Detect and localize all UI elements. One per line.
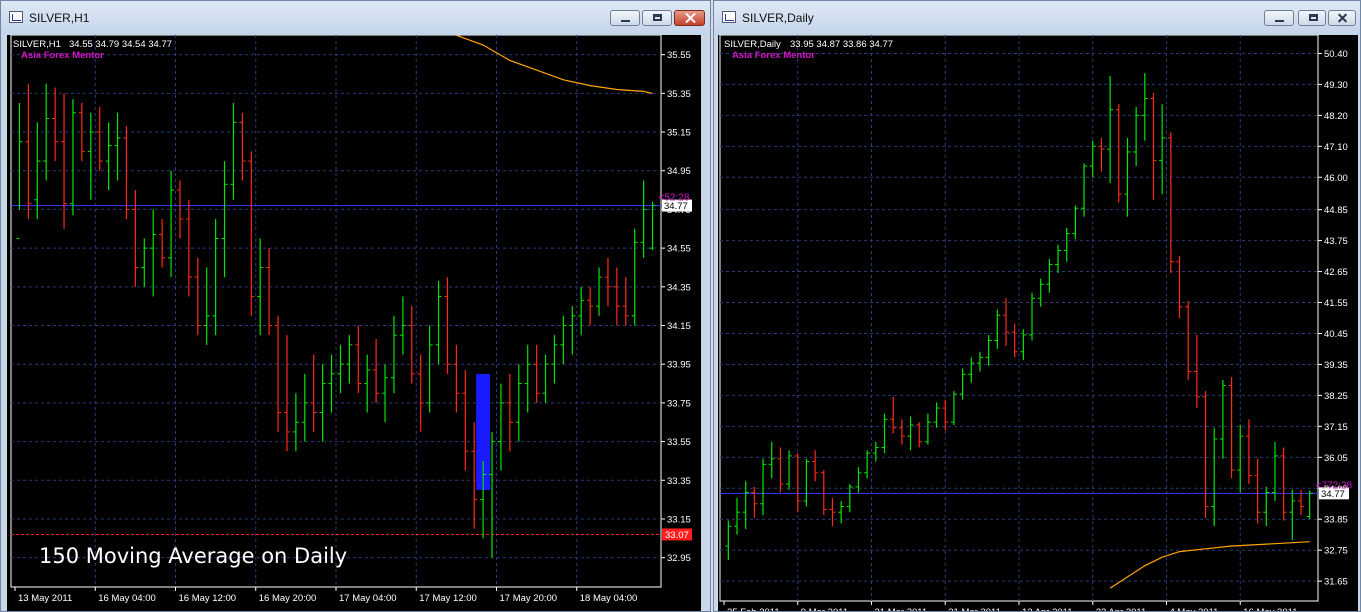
chart-window-icon bbox=[722, 11, 736, 23]
y-tick-label: 39.35 bbox=[1324, 360, 1348, 371]
x-tick-label: 13 May 2011 bbox=[18, 593, 72, 604]
y-tick-label: 32.95 bbox=[667, 553, 691, 564]
x-tick-label: 16 May 04:00 bbox=[98, 593, 156, 604]
watermark-label: Asia Forex Mentor bbox=[21, 50, 104, 61]
x-tick-label: 21 Mar 2011 bbox=[875, 607, 928, 611]
y-tick-label: 44.85 bbox=[1324, 205, 1348, 216]
x-tick-label: 16 May 12:00 bbox=[179, 593, 237, 604]
close-button[interactable] bbox=[1328, 10, 1356, 26]
y-tick-label: 33.15 bbox=[667, 514, 691, 525]
close-button[interactable] bbox=[674, 10, 705, 26]
y-tick-label: 40.45 bbox=[1324, 329, 1348, 340]
y-tick-label: 34.55 bbox=[667, 244, 691, 255]
y-tick-label: 37.15 bbox=[1324, 422, 1348, 433]
bar-countdown-label: <772:28 bbox=[1316, 480, 1353, 491]
x-tick-label: 31 Mar 2011 bbox=[948, 607, 1001, 611]
window-title: SILVER,Daily bbox=[742, 11, 814, 25]
chart-area[interactable]: 35.5535.3535.1534.9534.7534.5534.3534.15… bbox=[7, 35, 701, 611]
chart-window-silver-daily[interactable]: SILVER,Daily 50.40 49.30 48.20 47.10 46.00 44… bbox=[713, 0, 1361, 612]
window-title: SILVER,H1 bbox=[29, 11, 90, 25]
x-tick-label: 16 May 20:00 bbox=[259, 593, 317, 604]
symbol-label: SILVER,Daily bbox=[724, 39, 781, 50]
y-tick-label: 49.30 bbox=[1324, 80, 1348, 91]
y-tick-label: 41.55 bbox=[1324, 298, 1348, 309]
x-tick-label: 18 May 04:00 bbox=[580, 593, 638, 604]
x-tick-label: 17 May 20:00 bbox=[500, 593, 558, 604]
y-tick-label: 34.95 bbox=[667, 166, 691, 177]
y-tick-label: 33.85 bbox=[1324, 515, 1348, 526]
x-tick-label: 12 Apr 2011 bbox=[1022, 607, 1073, 611]
minimize-button[interactable] bbox=[610, 10, 640, 26]
price-chart-h1[interactable]: 35.5535.3535.1534.9534.7534.5534.3534.15… bbox=[7, 35, 701, 611]
y-tick-label: 42.65 bbox=[1324, 267, 1348, 278]
x-tick-label: 9 Mar 2011 bbox=[801, 607, 848, 611]
annotation-text: 150 Moving Average on Daily bbox=[39, 544, 347, 568]
title-bar[interactable]: SILVER,Daily bbox=[714, 1, 1360, 35]
chart-window-icon bbox=[9, 11, 23, 23]
ohlc-values-label: 34.55 34.79 34.54 34.77 bbox=[69, 39, 172, 50]
minimize-button[interactable] bbox=[1264, 10, 1294, 26]
maximize-button[interactable] bbox=[1298, 10, 1326, 26]
x-tick-label: 17 May 12:00 bbox=[419, 593, 477, 604]
y-tick-label: 31.65 bbox=[1324, 577, 1348, 588]
y-tick-label: 33.95 bbox=[667, 360, 691, 371]
x-tick-label: 16 May 2011 bbox=[1243, 607, 1297, 611]
y-tick-label: 33.75 bbox=[667, 398, 691, 409]
y-tick-label: 32.75 bbox=[1324, 546, 1348, 557]
chart-window-silver-h1[interactable]: SILVER,H1 35.5535.3535.1534.9534.7534.55… bbox=[0, 0, 711, 612]
chart-area[interactable]: 50.40 49.30 48.20 47.10 46.00 44.85 43.75 42.65… bbox=[718, 35, 1358, 611]
y-tick-label: 35.15 bbox=[667, 128, 691, 139]
y-tick-label: 35.35 bbox=[667, 89, 691, 100]
y-tick-label: 47.10 bbox=[1324, 142, 1348, 153]
moving-average-line bbox=[456, 35, 653, 94]
title-bar[interactable]: SILVER,H1 bbox=[1, 1, 710, 35]
y-tick-label: 46.00 bbox=[1324, 173, 1348, 184]
price-chart-daily[interactable]: 50.40 49.30 48.20 47.10 46.00 44.85 43.75 42.65… bbox=[718, 35, 1358, 611]
y-tick-label: 36.05 bbox=[1324, 453, 1348, 464]
watermark-label: Asia Forex Mentor bbox=[732, 50, 815, 61]
y-tick-label: 33.35 bbox=[667, 476, 691, 487]
x-tick-label: 17 May 04:00 bbox=[339, 593, 397, 604]
y-tick-label: 50.40 bbox=[1324, 49, 1348, 60]
y-tick-label: 48.20 bbox=[1324, 111, 1348, 122]
y-tick-label: 34.35 bbox=[667, 282, 691, 293]
y-tick-label: 38.25 bbox=[1324, 391, 1348, 402]
x-tick-label: 4 May 2011 bbox=[1170, 607, 1219, 611]
x-tick-label: 22 Apr 2011 bbox=[1096, 607, 1147, 611]
level-price-label: 33.07 bbox=[665, 530, 689, 541]
bar-countdown-label: <52:28 bbox=[659, 193, 690, 204]
y-tick-label: 33.55 bbox=[667, 437, 691, 448]
y-tick-label: 35.55 bbox=[667, 50, 691, 61]
maximize-button[interactable] bbox=[642, 10, 672, 26]
symbol-label: SILVER,H1 bbox=[13, 39, 61, 50]
y-tick-label: 34.15 bbox=[667, 321, 691, 332]
x-tick-label: 25 Feb 2011 bbox=[727, 607, 780, 611]
ohlc-values-label: 33.95 34.87 33.86 34.77 bbox=[790, 39, 893, 50]
y-tick-label: 43.75 bbox=[1324, 236, 1348, 247]
